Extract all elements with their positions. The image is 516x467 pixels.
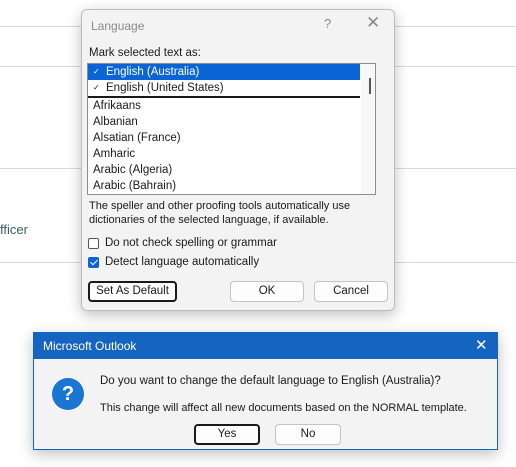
question-icon: ?: [52, 378, 84, 410]
language-list[interactable]: ✓ English (Australia) ✓ English (United St…: [87, 63, 376, 195]
close-button[interactable]: ✕: [366, 13, 380, 33]
cancel-button[interactable]: Cancel: [314, 281, 388, 302]
no-button[interactable]: No: [275, 424, 341, 445]
scrollbar[interactable]: [361, 64, 375, 194]
list-item[interactable]: Arabic (Algeria): [88, 162, 375, 178]
question-text: Do you want to change the default langua…: [100, 375, 441, 387]
list-item[interactable]: ✓ English (United States): [88, 80, 360, 98]
help-button[interactable]: ?: [324, 16, 331, 31]
list-item[interactable]: Afrikaans: [88, 98, 375, 114]
no-spelling-check-row[interactable]: Do not check spelling or grammar: [88, 237, 277, 249]
dialog-title: Language: [91, 19, 145, 33]
description-text: The speller and other proofing tools aut…: [89, 200, 351, 226]
language-dialog: Language ? ✕ Mark selected text as: ✓ Eng…: [81, 9, 395, 311]
outlook-message-box: Microsoft Outlook ✕ ? Do you want to cha…: [33, 332, 498, 450]
no-spelling-checkbox[interactable]: [88, 237, 99, 249]
detect-language-label: Detect language automatically: [105, 256, 260, 268]
list-item[interactable]: ✓ English (Australia): [88, 64, 360, 80]
list-item[interactable]: Amharic: [88, 146, 375, 162]
dialog-title: Microsoft Outlook: [43, 339, 137, 353]
note-text: This change will affect all new document…: [100, 402, 467, 414]
yes-button[interactable]: Yes: [194, 424, 260, 445]
detect-language-check-row[interactable]: Detect language automatically: [88, 256, 259, 268]
close-button[interactable]: ✕: [475, 336, 488, 354]
list-item[interactable]: Alsatian (France): [88, 130, 375, 146]
set-as-default-button[interactable]: Set As Default: [88, 281, 177, 302]
spellcheck-icon: ✓: [93, 67, 100, 76]
spellcheck-icon: ✓: [93, 83, 100, 92]
list-item[interactable]: Arabic (Bahrain): [88, 178, 375, 194]
mark-selected-label: Mark selected text as:: [89, 47, 201, 59]
no-spelling-label: Do not check spelling or grammar: [105, 237, 277, 249]
detect-language-checkbox[interactable]: [88, 256, 99, 268]
list-item[interactable]: Albanian: [88, 114, 375, 130]
ok-button[interactable]: OK: [230, 281, 304, 302]
scroll-thumb[interactable]: [369, 78, 371, 94]
partial-text: fficer: [0, 222, 28, 237]
titlebar: Microsoft Outlook ✕: [34, 333, 497, 359]
